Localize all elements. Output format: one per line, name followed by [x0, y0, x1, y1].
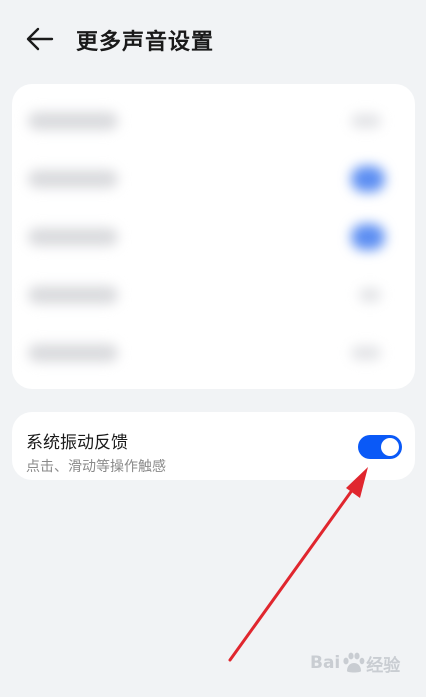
- blurred-settings-group: [12, 84, 415, 389]
- setting-title: 系统振动反馈: [26, 433, 128, 453]
- back-button[interactable]: [22, 24, 56, 54]
- system-vibration-feedback-row[interactable]: 系统振动反馈 点击、滑动等操作触感: [12, 412, 415, 480]
- watermark-right: 经验: [366, 655, 401, 676]
- page-title: 更多声音设置: [76, 30, 215, 55]
- vibration-feedback-toggle[interactable]: [358, 435, 402, 459]
- watermark-left: Bai: [310, 653, 341, 673]
- setting-subtitle: 点击、滑动等操作触感: [26, 459, 166, 475]
- paw-icon: [343, 652, 365, 673]
- header-bar: 更多声音设置: [0, 0, 426, 80]
- arrow-left-icon: [26, 27, 54, 51]
- baidu-watermark: Bai 经验: [310, 651, 401, 676]
- toggle-knob: [381, 438, 399, 456]
